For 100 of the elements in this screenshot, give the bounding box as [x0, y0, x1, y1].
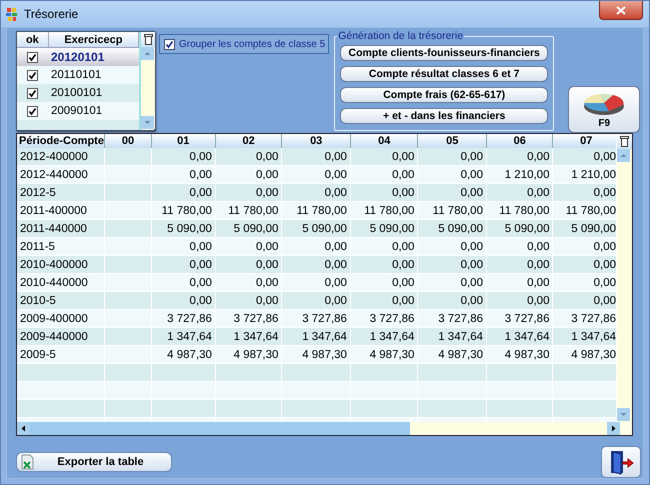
- table-cell: 3 727,86: [552, 310, 616, 328]
- table-cell: 0,00: [151, 166, 216, 184]
- table-cell: 2009-400000: [17, 310, 105, 328]
- table-cell: 0,00: [215, 166, 282, 184]
- table-cell: 0,00: [350, 292, 418, 310]
- table-cell: 0,00: [552, 184, 616, 202]
- chart-button[interactable]: F9: [568, 86, 640, 133]
- table-cell: 0,00: [350, 256, 418, 274]
- table-cell: 4 987,30: [282, 346, 350, 364]
- year-cell-text: 20100101: [50, 87, 104, 99]
- column-header[interactable]: 00: [104, 134, 151, 148]
- generate-button[interactable]: + et - dans les financiers: [340, 108, 548, 124]
- generate-button[interactable]: Compte clients-founisseurs-financiers: [340, 45, 548, 61]
- table-cell: 3 727,86: [151, 310, 216, 328]
- column-header[interactable]: 06: [486, 134, 553, 148]
- column-header[interactable]: Exercicecp: [48, 32, 139, 47]
- generate-button[interactable]: Compte frais (62-65-617): [340, 87, 548, 103]
- table-cell: 11 780,00: [486, 202, 553, 220]
- table-cell: 2012-440000: [17, 166, 105, 184]
- table-cell: 2012-400000: [17, 148, 105, 166]
- table-cell: 0,00: [282, 148, 350, 166]
- table-cell: 2011-5: [17, 238, 105, 256]
- exit-button[interactable]: [601, 446, 641, 478]
- year-cell-text: 20110101: [50, 69, 102, 81]
- table-cell: 0,00: [151, 256, 216, 274]
- table-cell: 5 090,00: [151, 220, 216, 238]
- column-header[interactable]: 05: [418, 134, 486, 148]
- column-header[interactable]: 02: [215, 134, 282, 148]
- list-row[interactable]: 20120101: [17, 48, 139, 66]
- table-cell: 0,00: [486, 274, 553, 292]
- table-cell: 0,00: [151, 292, 216, 310]
- column-header[interactable]: 01: [151, 134, 216, 148]
- checkbox[interactable]: [27, 52, 38, 62]
- table-cell: 0,00: [486, 292, 553, 310]
- table-cell: 0,00: [418, 256, 486, 274]
- table-cell: 0,00: [350, 184, 418, 202]
- table-cell: 3 727,86: [418, 310, 486, 328]
- table-cell: 0,00: [418, 166, 486, 184]
- table-cell: 1 210,00: [552, 166, 616, 184]
- column-header[interactable]: Période-Compte: [17, 134, 105, 148]
- table-cell: 0,00: [552, 256, 616, 274]
- checkbox[interactable]: [27, 106, 38, 116]
- table-cell: 0,00: [418, 184, 486, 202]
- checkbox[interactable]: [164, 38, 175, 50]
- table-cell: 0,00: [552, 274, 616, 292]
- table-cell: 0,00: [350, 166, 418, 184]
- table-cell: 5 090,00: [486, 220, 553, 238]
- table-cell: 0,00: [552, 238, 616, 256]
- close-button[interactable]: [599, 1, 643, 20]
- column-header[interactable]: ok: [17, 32, 49, 47]
- table-cell: 11 780,00: [418, 202, 486, 220]
- table-cell: 0,00: [350, 238, 418, 256]
- table-cell: 0,00: [350, 148, 418, 166]
- table-cell: 4 987,30: [151, 346, 216, 364]
- trash-icon[interactable]: [144, 34, 152, 45]
- column-header[interactable]: 07: [552, 134, 616, 148]
- table-cell: 0,00: [215, 256, 282, 274]
- table-cell: 2009-440000: [17, 328, 105, 346]
- column-header[interactable]: 03: [282, 134, 350, 148]
- table-cell: 1 347,64: [350, 328, 418, 346]
- generate-button[interactable]: Compte résultat classes 6 et 7: [340, 66, 548, 82]
- table-cell: 11 780,00: [282, 202, 350, 220]
- table-cell: 0,00: [151, 274, 216, 292]
- table-cell: 2011-400000: [17, 202, 105, 220]
- table-cell: 2010-440000: [17, 274, 105, 292]
- checkbox[interactable]: [27, 88, 38, 98]
- table-cell: 0,00: [282, 256, 350, 274]
- table-cell: 1 347,64: [151, 328, 216, 346]
- table-cell: 0,00: [215, 292, 282, 310]
- table-cell: 5 090,00: [350, 220, 418, 238]
- table-cell: 0,00: [350, 274, 418, 292]
- table-cell: 11 780,00: [552, 202, 616, 220]
- app-icon: [6, 8, 18, 20]
- table-cell: 0,00: [486, 238, 553, 256]
- list-row[interactable]: 20110101: [17, 66, 139, 84]
- table-cell: 0,00: [282, 238, 350, 256]
- table-cell: 2012-5: [17, 184, 105, 202]
- scroll-right-icon[interactable]: [607, 422, 620, 435]
- table-cell: 0,00: [552, 148, 616, 166]
- group-checkbox[interactable]: Grouper les comptes de classe 5: [159, 34, 330, 54]
- column-header[interactable]: 04: [350, 134, 418, 148]
- table-cell: 0,00: [215, 274, 282, 292]
- table-cell: 3 727,86: [282, 310, 350, 328]
- table-cell: 0,00: [486, 148, 553, 166]
- export-button[interactable]: Exporter la table: [16, 452, 172, 472]
- checkbox-label: Grouper les comptes de classe 5: [179, 38, 326, 50]
- table-cell: 4 987,30: [552, 346, 616, 364]
- checkbox[interactable]: [27, 70, 38, 80]
- close-icon: [616, 6, 626, 14]
- table-cell: 3 727,86: [350, 310, 418, 328]
- list-row[interactable]: 20090101: [17, 102, 139, 120]
- table-cell: 0,00: [151, 184, 216, 202]
- table-cell: 0,00: [282, 274, 350, 292]
- scroll-left-icon[interactable]: [17, 422, 30, 435]
- table-cell: 0,00: [486, 256, 553, 274]
- trash-icon[interactable]: [620, 136, 630, 147]
- table-cell: 4 987,30: [350, 346, 418, 364]
- scrollbar-thumb[interactable]: [30, 422, 410, 435]
- year-cell-text: 20120101: [50, 50, 106, 64]
- table-cell: 0,00: [282, 166, 350, 184]
